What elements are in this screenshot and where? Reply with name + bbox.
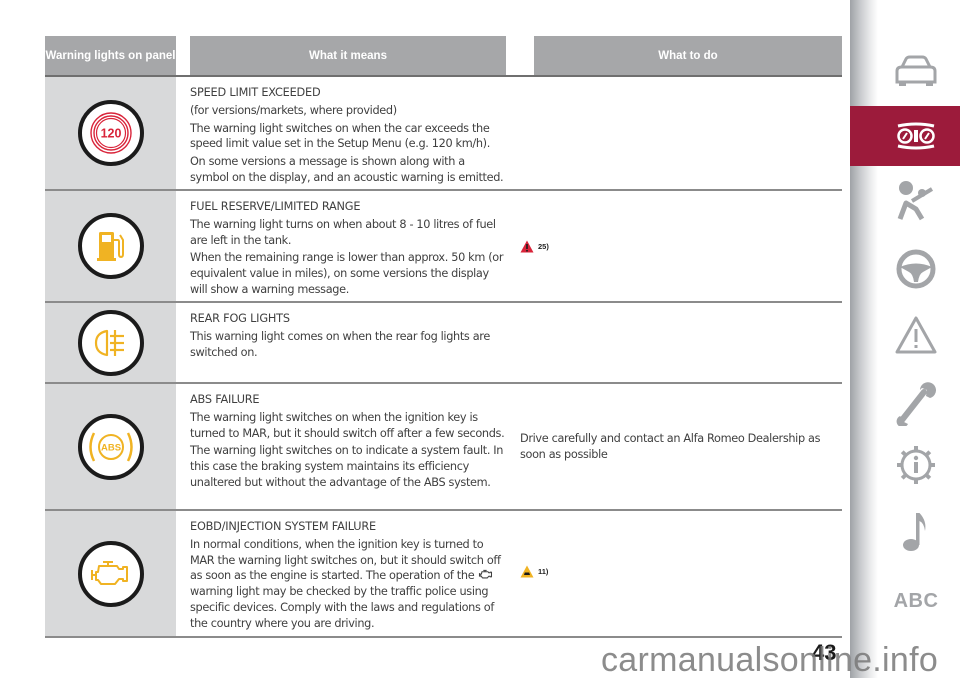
danger-warning-triangle-icon xyxy=(520,240,534,253)
speed-limit-value: 120 xyxy=(100,127,121,141)
what-to-do-text: Drive carefully and contact an Alfa Rome… xyxy=(520,432,821,461)
nav-item-index[interactable]: ABC xyxy=(850,570,960,632)
abs-lamp: ABS xyxy=(77,413,144,480)
rear-fog-lamp xyxy=(77,309,144,376)
icon-cell xyxy=(45,511,176,636)
nav-item-servicing[interactable] xyxy=(850,372,960,434)
row-title: ABS FAILURE xyxy=(190,393,260,406)
icon-cell: ABS xyxy=(45,384,176,509)
row-title: SPEED LIMIT EXCEEDED xyxy=(190,86,321,99)
warning-lights-table: Warning lights on panel What it means Wh… xyxy=(45,36,842,638)
meaning-cell: FUEL RESERVE/LIMITED RANGE The warning l… xyxy=(176,191,506,304)
row-title: REAR FOG LIGHTS xyxy=(190,312,290,325)
row-paragraph: In normal conditions, when the ignition … xyxy=(190,537,506,632)
nav-item-emergency[interactable] xyxy=(850,304,960,366)
chapter-sidebar: ABC xyxy=(850,0,960,678)
engine-lamp xyxy=(77,540,144,607)
abs-icon: ABS xyxy=(88,431,133,462)
nav-item-safety[interactable] xyxy=(850,170,960,232)
engine-inline-icon xyxy=(478,570,492,579)
instrument-panel-icon xyxy=(897,122,935,150)
header-warning-lights: Warning lights on panel xyxy=(45,36,176,75)
reference-label: 11) xyxy=(538,567,549,576)
nav-item-technical-data[interactable] xyxy=(850,434,960,496)
reference-note-11[interactable]: 11) xyxy=(520,565,548,578)
car-icon xyxy=(895,55,937,86)
wrench-icon xyxy=(896,382,936,426)
caution-car-triangle-icon xyxy=(520,565,534,578)
icon-cell xyxy=(45,191,176,301)
meaning-cell: REAR FOG LIGHTS This warning light comes… xyxy=(176,303,506,366)
row-paragraph-text: warning light may be checked by the traf… xyxy=(190,585,494,630)
steering-wheel-icon xyxy=(896,249,936,289)
table-header: Warning lights on panel What it means Wh… xyxy=(45,36,842,77)
meaning-cell: EOBD/INJECTION SYSTEM FAILURE In normal … xyxy=(176,511,506,638)
airbag-safety-icon xyxy=(897,181,934,221)
row-paragraph: The warning light switches on when the i… xyxy=(190,410,505,440)
row-paragraph: (for versions/markets, where provided) xyxy=(190,103,397,117)
rear-fog-light-icon xyxy=(94,329,124,356)
nav-item-car[interactable] xyxy=(850,40,960,102)
row-paragraph: The warning light turns on when about 8 … xyxy=(190,217,496,247)
row-paragraph: This warning light comes on when the rea… xyxy=(190,329,490,359)
header-what-it-means: What it means xyxy=(176,36,506,75)
table-row: REAR FOG LIGHTS This warning light comes… xyxy=(45,303,842,384)
icon-cell: 120 xyxy=(45,77,176,189)
row-title: EOBD/INJECTION SYSTEM FAILURE xyxy=(190,520,376,533)
gear-info-icon xyxy=(897,446,935,484)
abs-label: ABS xyxy=(100,442,120,453)
row-title: FUEL RESERVE/LIMITED RANGE xyxy=(190,200,361,213)
nav-item-multimedia[interactable] xyxy=(850,500,960,562)
abc-index-label: ABC xyxy=(893,589,939,612)
row-paragraph: The warning light switches on when the c… xyxy=(190,121,490,151)
speed-limit-lamp: 120 xyxy=(77,100,144,166)
music-note-icon xyxy=(903,513,926,551)
icon-cell xyxy=(45,303,176,382)
table-row: EOBD/INJECTION SYSTEM FAILURE In normal … xyxy=(45,511,842,638)
nav-item-instrument-panel[interactable] xyxy=(850,106,960,166)
warning-triangle-icon xyxy=(895,316,937,354)
table-row: FUEL RESERVE/LIMITED RANGE The warning l… xyxy=(45,191,842,303)
row-paragraph: The warning light switches on to indicat… xyxy=(190,444,504,489)
row-paragraph: When the remaining range is lower than a… xyxy=(190,251,504,296)
header-what-to-do: What to do xyxy=(520,36,842,75)
row-paragraph-text: In normal conditions, when the ignition … xyxy=(190,537,501,583)
table-row: 120 SPEED LIMIT EXCEEDED (for versions/m… xyxy=(45,77,842,191)
meaning-cell: SPEED LIMIT EXCEEDED (for versions/marke… xyxy=(176,77,506,192)
fuel-reserve-lamp xyxy=(77,213,144,279)
reference-note-25[interactable]: 25) xyxy=(520,240,549,253)
watermark: carmanualsonline.info xyxy=(601,641,939,678)
reference-label: 25) xyxy=(538,242,549,251)
engine-check-icon xyxy=(90,560,128,585)
nav-item-starting-driving[interactable] xyxy=(850,238,960,300)
speed-limit-120-icon: 120 xyxy=(89,112,132,154)
meaning-cell: ABS FAILURE The warning light switches o… xyxy=(176,384,506,497)
fuel-pump-icon xyxy=(96,232,124,261)
row-paragraph: On some versions a message is shown alon… xyxy=(190,155,504,184)
